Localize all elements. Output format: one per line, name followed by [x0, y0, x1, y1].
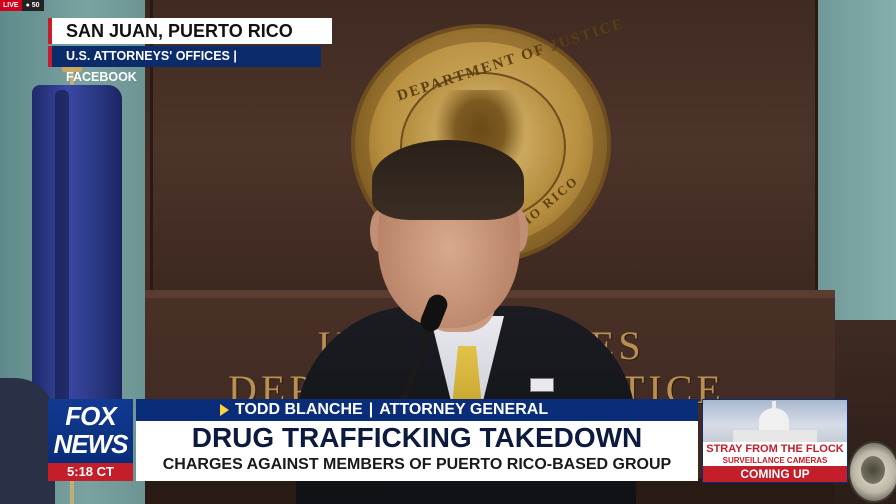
location-city: SAN JUAN, PUERTO RICO — [48, 18, 332, 44]
lower-third: FOX NEWS 5:18 CT TODD BLANCHE | ATTORNEY G… — [48, 399, 698, 481]
arrow-icon — [220, 403, 229, 416]
seal-bug-emblem — [861, 456, 885, 484]
location-graphic: SAN JUAN, PUERTO RICO U.S. ATTORNEYS' OF… — [48, 18, 332, 84]
capitol-base — [733, 430, 817, 442]
fox-logo-word-fox: FOX — [65, 401, 116, 431]
broadcast-time: 5:18 CT — [48, 463, 133, 481]
fox-news-logo: FOX NEWS 5:18 CT — [48, 399, 133, 481]
flag-fold — [55, 90, 69, 410]
speaker-name: TODD BLANCHE — [235, 401, 363, 418]
wall-right — [806, 0, 896, 320]
live-tag: LIVE — [0, 0, 22, 11]
coming-up-promo: STRAY FROM THE FLOCK SURVEILLANCE CAMERA… — [702, 399, 848, 483]
speaker-hair — [372, 140, 524, 220]
name-separator: | — [368, 401, 374, 418]
lapel-pin — [530, 378, 554, 392]
headline-box: DRUG TRAFFICKING TAKEDOWN CHARGES AGAINS… — [136, 421, 698, 481]
capitol-image — [703, 400, 847, 442]
viewer-count: ● 50 — [21, 0, 44, 11]
speaker-title: ATTORNEY GENERAL — [379, 401, 549, 418]
name-bar: TODD BLANCHE | ATTORNEY GENERAL — [136, 399, 698, 421]
coming-up-label: COMING UP — [703, 466, 847, 482]
promo-headline: STRAY FROM THE FLOCK — [703, 442, 847, 456]
headline: DRUG TRAFFICKING TAKEDOWN — [191, 422, 643, 453]
location-source: U.S. ATTORNEYS' OFFICES | FACEBOOK — [48, 46, 321, 84]
fox-logo-word-news: NEWS — [53, 429, 129, 459]
bystander-shoulder — [0, 378, 55, 504]
subheadline: CHARGES AGAINST MEMBERS OF PUERTO RICO-B… — [162, 456, 672, 473]
live-indicator: LIVE ● 50 — [0, 0, 44, 11]
flag — [32, 85, 122, 415]
